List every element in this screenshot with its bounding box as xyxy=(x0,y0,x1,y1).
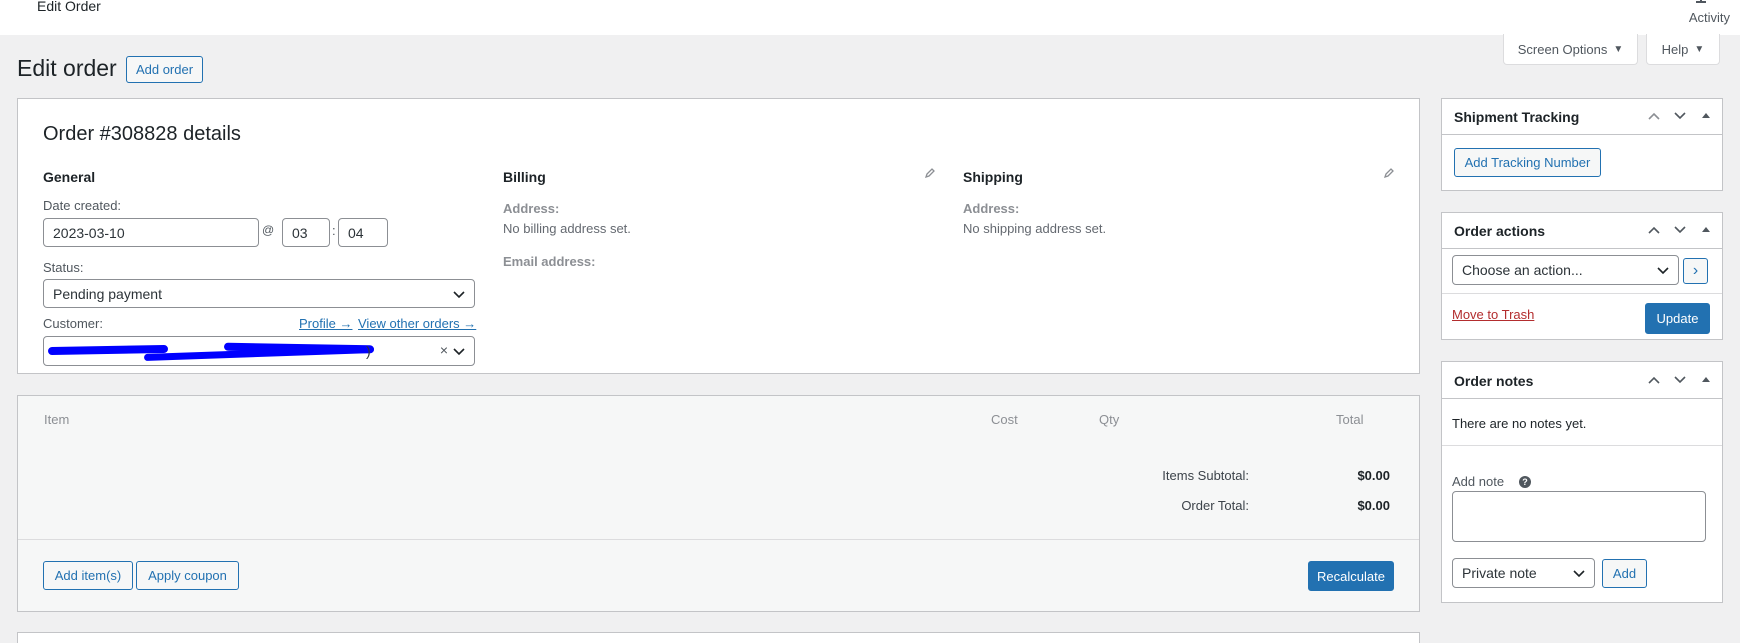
shipping-heading: Shipping xyxy=(963,169,1023,185)
note-type-value: Private note xyxy=(1462,565,1537,581)
move-up-icon[interactable] xyxy=(1646,108,1662,124)
update-button[interactable]: Update xyxy=(1645,303,1710,334)
help-button[interactable]: Help ▼ xyxy=(1646,34,1720,65)
box-header: Order notes xyxy=(1442,362,1722,399)
move-down-icon[interactable] xyxy=(1672,222,1688,238)
recalculate-button[interactable]: Recalculate xyxy=(1308,561,1394,591)
activity-label: Activity xyxy=(1688,10,1730,25)
box-controls xyxy=(1646,372,1714,388)
customer-select[interactable]: ) × xyxy=(43,336,475,366)
date-created-label: Date created: xyxy=(43,198,122,213)
items-subtotal-label: Items Subtotal: xyxy=(1162,468,1249,483)
additional-panel xyxy=(17,632,1420,643)
add-note-label: Add note xyxy=(1452,474,1505,489)
customer-profile-link[interactable]: Profile → xyxy=(299,316,352,331)
status-label: Status: xyxy=(43,260,84,275)
box-header: Order actions xyxy=(1442,213,1722,249)
toggle-panel-icon[interactable] xyxy=(1698,108,1714,124)
page-title: Edit order xyxy=(17,55,117,81)
admin-top-bar: Edit Order Activity xyxy=(0,0,1740,35)
order-title: Order #308828 details xyxy=(43,123,241,145)
minute-input[interactable]: 04 xyxy=(338,218,388,247)
move-up-icon[interactable] xyxy=(1646,372,1662,388)
top-bar-title: Edit Order xyxy=(37,0,101,14)
time-colon: : xyxy=(332,223,336,238)
status-value: Pending payment xyxy=(53,285,162,302)
screen-options-label: Screen Options xyxy=(1517,41,1608,57)
move-up-icon[interactable] xyxy=(1646,222,1662,238)
billing-address-label: Address: xyxy=(503,201,560,216)
add-tracking-number-button[interactable]: Add Tracking Number xyxy=(1454,148,1601,177)
help-label: Help xyxy=(1661,41,1689,57)
no-notes-text: There are no notes yet. xyxy=(1452,416,1587,431)
order-total-value: $0.00 xyxy=(1357,498,1390,513)
items-actions-bar: Add item(s) Apply coupon Recalculate xyxy=(18,539,1419,611)
help-tip-icon[interactable]: ? xyxy=(1519,476,1531,488)
move-down-icon[interactable] xyxy=(1672,108,1688,124)
column-header-qty: Qty xyxy=(1099,412,1120,427)
order-action-select[interactable]: Choose an action... xyxy=(1452,255,1679,285)
activity-button[interactable]: Activity xyxy=(1689,0,1730,25)
toggle-panel-icon[interactable] xyxy=(1698,372,1714,388)
caret-down-icon: ▼ xyxy=(1694,43,1705,55)
order-details-panel: Order #308828 details General Date creat… xyxy=(17,98,1420,374)
items-subtotal-value: $0.00 xyxy=(1357,468,1390,483)
order-notes-title: Order notes xyxy=(1454,373,1534,389)
billing-address-value: No billing address set. xyxy=(503,221,631,236)
column-header-total: Total xyxy=(1336,412,1364,427)
order-actions-title: Order actions xyxy=(1454,223,1546,239)
chevron-down-icon xyxy=(1573,570,1585,578)
order-notes-box: Order notes There are no notes yet. Add … xyxy=(1441,361,1723,603)
divider xyxy=(1442,445,1722,446)
column-header-item: Item xyxy=(44,412,70,427)
edit-shipping-pencil-icon[interactable] xyxy=(1383,167,1395,179)
apply-action-button[interactable]: › xyxy=(1683,258,1708,284)
shipment-tracking-title: Shipment Tracking xyxy=(1454,109,1580,125)
order-action-value: Choose an action... xyxy=(1462,262,1583,278)
note-textarea[interactable] xyxy=(1452,491,1706,542)
order-items-panel: Item Cost Qty Total Items Subtotal: $0.0… xyxy=(17,395,1420,612)
box-controls xyxy=(1646,222,1714,238)
add-note-button[interactable]: Add xyxy=(1602,559,1647,588)
add-order-button[interactable]: Add order xyxy=(126,56,203,83)
apply-coupon-button[interactable]: Apply coupon xyxy=(136,561,239,590)
customer-value-tail: ) xyxy=(366,343,371,359)
shipping-address-label: Address: xyxy=(963,201,1020,216)
status-select[interactable]: Pending payment xyxy=(43,279,475,308)
box-header: Shipment Tracking xyxy=(1442,99,1722,135)
move-down-icon[interactable] xyxy=(1672,372,1688,388)
divider xyxy=(1442,293,1722,294)
clear-icon[interactable]: × xyxy=(440,342,448,358)
customer-label: Customer: xyxy=(43,316,103,331)
caret-down-icon: ▼ xyxy=(1613,43,1624,55)
billing-heading: Billing xyxy=(503,169,546,185)
general-heading: General xyxy=(43,169,96,185)
chevron-down-icon xyxy=(453,348,465,356)
chevron-down-icon xyxy=(453,290,465,298)
column-header-cost: Cost xyxy=(991,412,1018,427)
note-type-select[interactable]: Private note xyxy=(1452,558,1595,588)
edit-billing-pencil-icon[interactable] xyxy=(924,167,936,179)
view-other-orders-link[interactable]: View other orders → xyxy=(358,316,476,331)
date-created-input[interactable]: 2023-03-10 xyxy=(43,218,259,247)
chevron-down-icon xyxy=(1657,267,1669,275)
add-items-button[interactable]: Add item(s) xyxy=(43,561,133,590)
toggle-panel-icon[interactable] xyxy=(1698,222,1714,238)
order-actions-box: Order actions Choose an action... › Move… xyxy=(1441,212,1723,340)
shipping-address-value: No shipping address set. xyxy=(963,221,1107,236)
at-symbol: @ xyxy=(262,223,275,237)
shipment-tracking-box: Shipment Tracking Add Tracking Number xyxy=(1441,98,1723,191)
billing-email-label: Email address: xyxy=(503,254,596,269)
screen-options-button[interactable]: Screen Options ▼ xyxy=(1503,34,1638,65)
hour-input[interactable]: 03 xyxy=(282,218,330,247)
order-total-label: Order Total: xyxy=(1181,498,1249,513)
activity-icon xyxy=(1696,0,1706,3)
box-controls xyxy=(1646,108,1714,124)
move-to-trash-link[interactable]: Move to Trash xyxy=(1452,307,1534,322)
